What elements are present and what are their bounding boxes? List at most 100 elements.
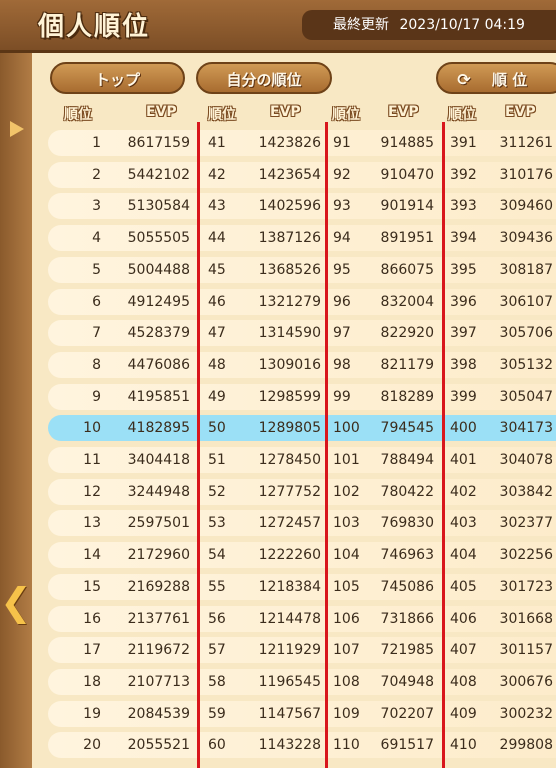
rank-cell: 98 [333, 357, 351, 373]
evp-cell: 1423826 [258, 135, 321, 151]
rank-cell: 91 [333, 135, 351, 151]
rank-cell: 18 [83, 674, 101, 690]
rank-cell: 96 [333, 294, 351, 310]
rank-cell: 45 [208, 262, 226, 278]
rank-cell: 60 [208, 737, 226, 753]
table-row: 12 3244948 52 1277752 102 780422 402 303842 [48, 479, 556, 505]
evp-cell: 780422 [380, 484, 434, 500]
table-row: 8 4476086 48 1309016 98 821179 398 305132 [48, 352, 556, 378]
rank-cell: 50 [208, 420, 226, 436]
table-row: 3 5130584 43 1402596 93 901914 393 309460 [48, 193, 556, 219]
evp-cell: 1309016 [258, 357, 321, 373]
evp-cell: 731866 [380, 611, 434, 627]
rank-cell: 54 [208, 547, 226, 563]
evp-cell: 301668 [499, 611, 553, 627]
table-row: 18 2107713 58 1196545 108 704948 408 300676 [48, 669, 556, 695]
table-row: 14 2172960 54 1222260 104 746963 404 302256 [48, 542, 556, 568]
table-row: 9 4195851 49 1298599 99 818289 399 305047 [48, 384, 556, 410]
evp-cell: 866075 [380, 262, 434, 278]
rank-cell: 41 [208, 135, 226, 151]
rank-cell: 95 [333, 262, 351, 278]
rank-cell: 10 [83, 420, 101, 436]
rank-cell: 9 [92, 389, 101, 405]
evp-cell: 311261 [499, 135, 553, 151]
evp-cell: 3244948 [127, 484, 190, 500]
rail-notch-icon [10, 121, 24, 137]
table-row: 1 8617159 41 1423826 91 914885 391 311261 [48, 130, 556, 156]
left-rail [0, 53, 32, 768]
rank-cell: 47 [208, 325, 226, 341]
evp-cell: 818289 [380, 389, 434, 405]
rank-cell: 51 [208, 452, 226, 468]
rank-cell: 94 [333, 230, 351, 246]
rank-cell: 48 [208, 357, 226, 373]
evp-cell: 914885 [380, 135, 434, 151]
evp-cell: 300232 [499, 706, 553, 722]
evp-cell: 308187 [499, 262, 553, 278]
evp-cell: 2119672 [127, 642, 190, 658]
rank-cell: 20 [83, 737, 101, 753]
red-divider-line [325, 122, 328, 768]
evp-cell: 1278450 [258, 452, 321, 468]
rank-button[interactable]: ⟳ 順 位 [436, 62, 556, 94]
back-arrow-icon[interactable]: ❮ [0, 580, 32, 624]
table-row: 10 4182895 50 1289805 100 794545 400 304173 [48, 415, 556, 441]
evp-cell: 2172960 [127, 547, 190, 563]
rank-cell: 58 [208, 674, 226, 690]
evp-cell: 2107713 [127, 674, 190, 690]
evp-cell: 301723 [499, 579, 553, 595]
my-rank-button[interactable]: 自分の順位 [196, 62, 332, 94]
column-header-rank: 順位 [448, 107, 476, 123]
table-row: 13 2597501 53 1272457 103 769830 403 302377 [48, 510, 556, 536]
rank-cell: 8 [92, 357, 101, 373]
evp-cell: 301157 [499, 642, 553, 658]
rank-cell: 44 [208, 230, 226, 246]
evp-cell: 2055521 [127, 737, 190, 753]
rank-cell: 53 [208, 515, 226, 531]
top-button[interactable]: トップ [50, 62, 185, 94]
evp-cell: 300676 [499, 674, 553, 690]
evp-cell: 1321279 [258, 294, 321, 310]
evp-cell: 2597501 [127, 515, 190, 531]
evp-cell: 304078 [499, 452, 553, 468]
evp-cell: 1423654 [258, 167, 321, 183]
rank-cell: 59 [208, 706, 226, 722]
evp-cell: 891951 [380, 230, 434, 246]
evp-cell: 832004 [380, 294, 434, 310]
rank-cell: 46 [208, 294, 226, 310]
table-row: 11 3404418 51 1278450 101 788494 401 304078 [48, 447, 556, 473]
table-row: 19 2084539 59 1147567 109 702207 409 300232 [48, 701, 556, 727]
evp-cell: 4528379 [127, 325, 190, 341]
rank-cell: 6 [92, 294, 101, 310]
rank-cell: 55 [208, 579, 226, 595]
rank-cell: 49 [208, 389, 226, 405]
column-header-rank: 順位 [64, 107, 92, 123]
evp-cell: 3404418 [127, 452, 190, 468]
evp-cell: 1402596 [258, 198, 321, 214]
rank-cell: 56 [208, 611, 226, 627]
evp-cell: 821179 [380, 357, 434, 373]
rank-cell: 2 [92, 167, 101, 183]
rank-cell: 5 [92, 262, 101, 278]
rank-cell: 43 [208, 198, 226, 214]
rank-cell: 57 [208, 642, 226, 658]
evp-cell: 309436 [499, 230, 553, 246]
column-header-evp: EVP [388, 104, 419, 120]
evp-cell: 1314590 [258, 325, 321, 341]
evp-cell: 1298599 [258, 389, 321, 405]
rank-cell: 11 [83, 452, 101, 468]
evp-cell: 910470 [380, 167, 434, 183]
evp-cell: 5055505 [127, 230, 190, 246]
rank-cell: 13 [83, 515, 101, 531]
refresh-icon: ⟳ [457, 70, 471, 89]
evp-cell: 1214478 [258, 611, 321, 627]
table-row: 2 5442102 42 1423654 92 910470 392 310176 [48, 162, 556, 188]
evp-cell: 306107 [499, 294, 553, 310]
evp-cell: 788494 [380, 452, 434, 468]
evp-cell: 1147567 [258, 706, 321, 722]
evp-cell: 1196545 [258, 674, 321, 690]
rank-cell: 99 [333, 389, 351, 405]
rank-cell: 7 [92, 325, 101, 341]
table-row: 20 2055521 60 1143228 110 691517 410 299808 [48, 732, 556, 758]
table-row: 15 2169288 55 1218384 105 745086 405 301723 [48, 574, 556, 600]
